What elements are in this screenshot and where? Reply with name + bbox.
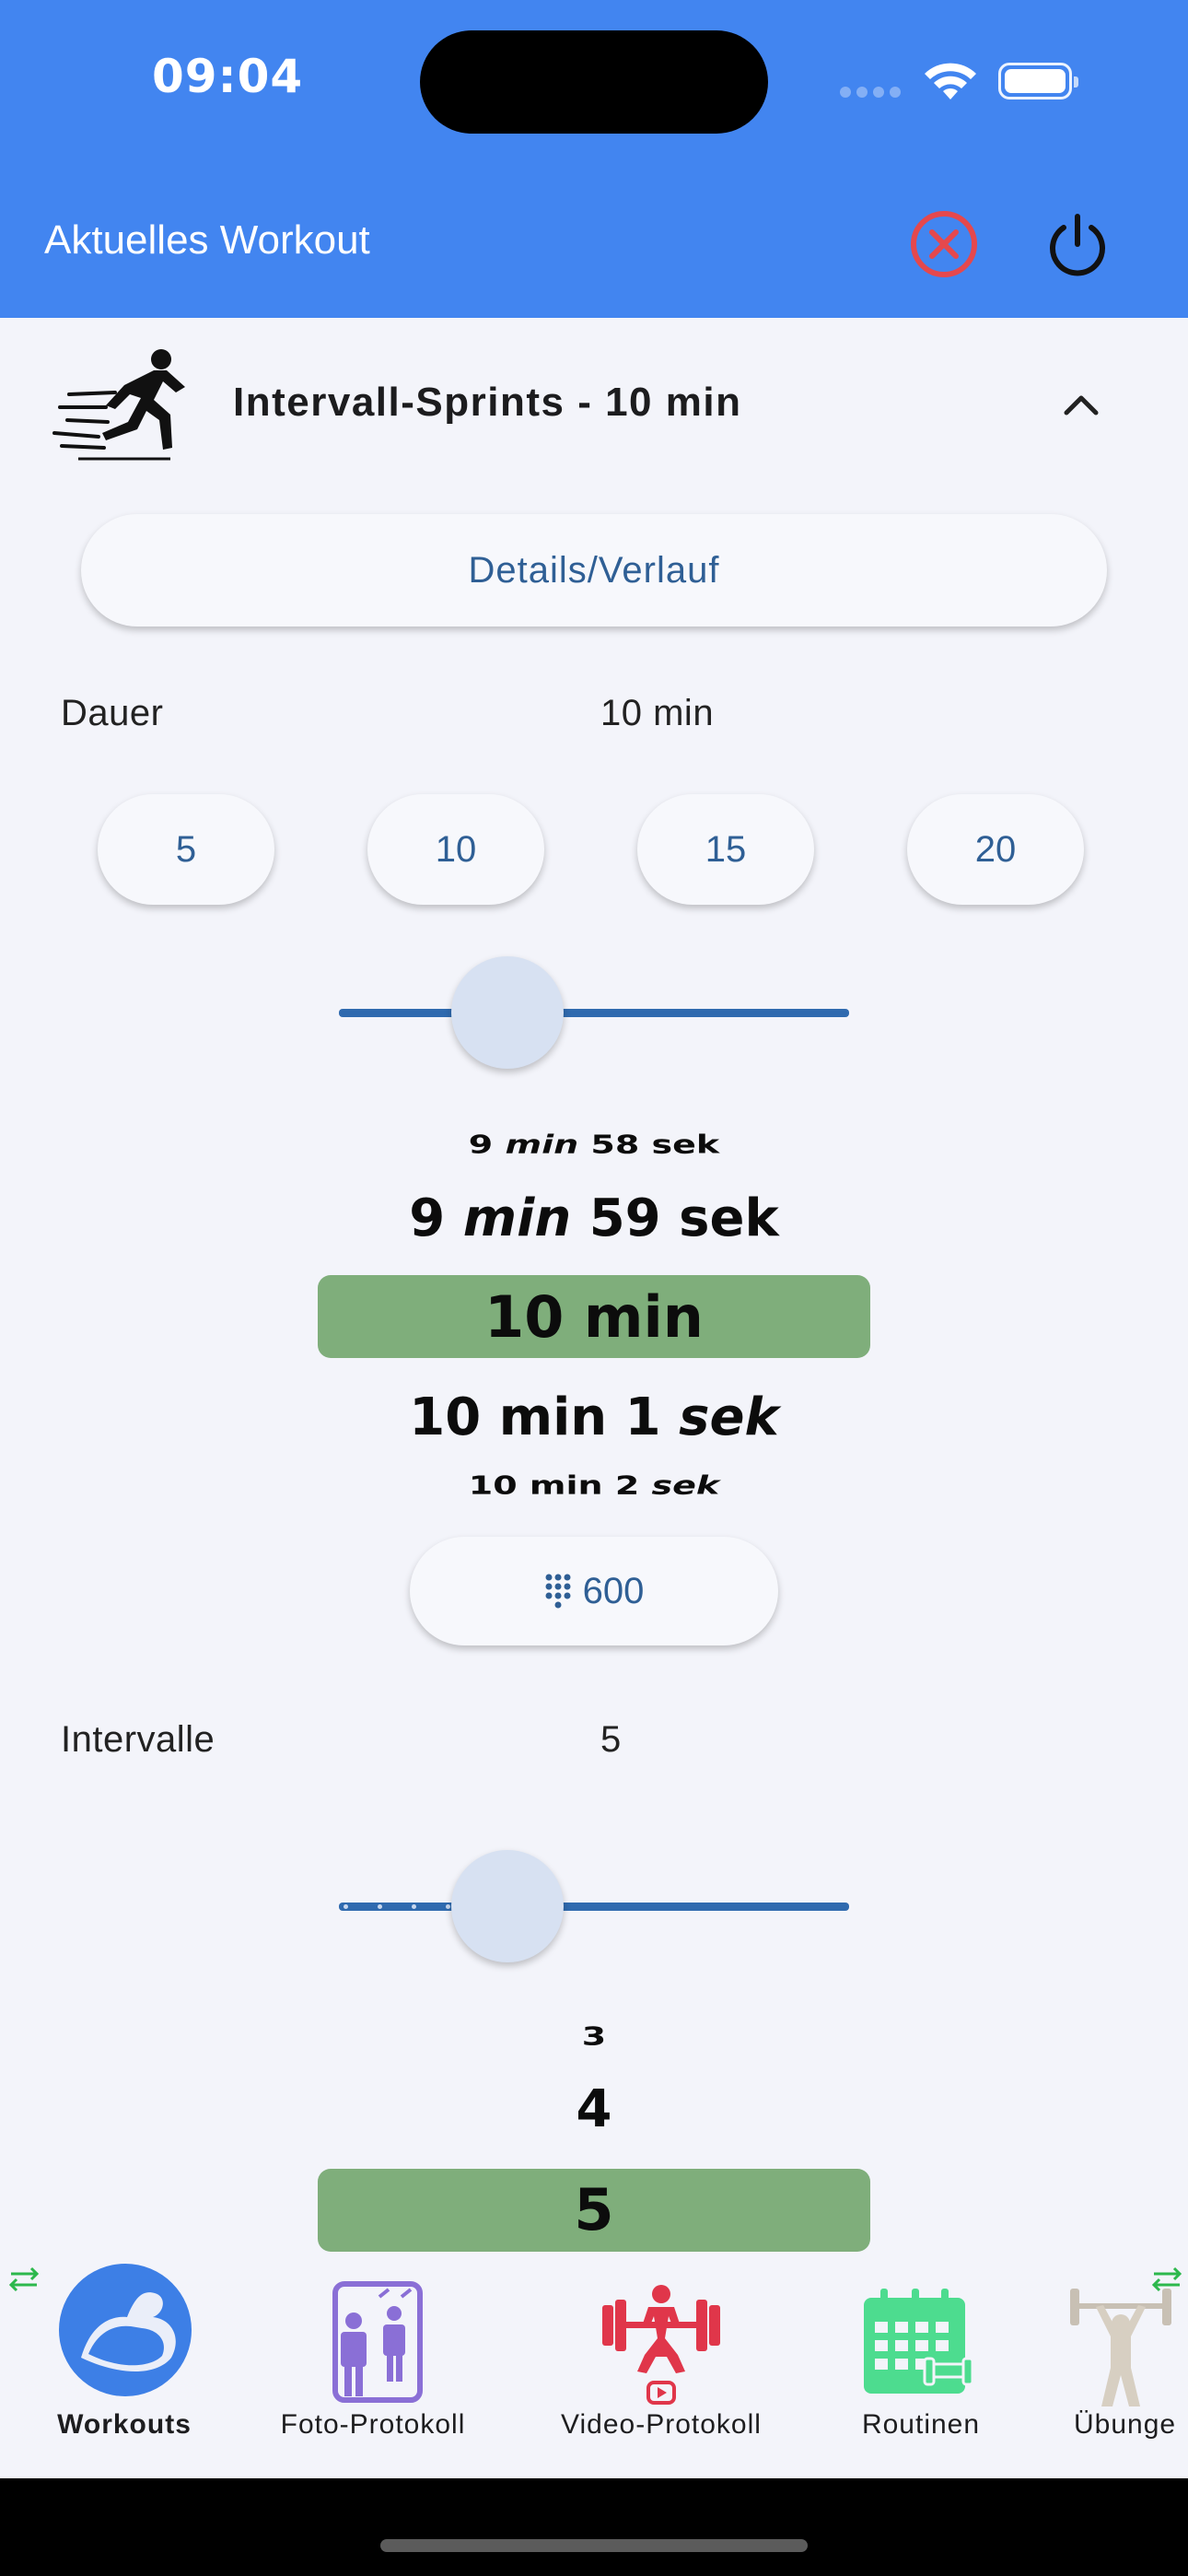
numpad-value: 600 [582,1570,645,1611]
slider-tick [446,1904,450,1909]
home-indicator[interactable] [380,2539,808,2552]
duration-slider-thumb[interactable] [450,956,564,1069]
duration-picker-item[interactable]: 10 min 1 sek [0,1388,1188,1447]
intervals-slider-thumb[interactable] [450,1850,564,1962]
intervals-picker-selected[interactable]: 5 [0,2176,1188,2243]
preset-10-button[interactable]: 10 [367,794,544,905]
tab-label: Routinen [861,2409,981,2440]
page-title: Aktuelles Workout [44,217,370,263]
cellular-signal-icon [840,87,901,98]
preset-15-button[interactable]: 15 [637,794,814,905]
wifi-icon [925,63,976,100]
duration-picker-item[interactable]: 9 min 59 sek [0,1188,1188,1248]
chevron-up-icon[interactable] [1057,385,1105,422]
duration-slider-track[interactable] [339,1009,849,1017]
status-time: 09:04 [152,50,304,103]
mirror-photo-icon [332,2281,423,2403]
workout-title: Intervall-Sprints - 10 min [233,380,742,425]
tab-label: Workouts [57,2409,192,2440]
biceps-icon [59,2264,192,2396]
duration-picker-selected[interactable]: 10 min [0,1283,1188,1351]
duration-value: 10 min [600,693,715,733]
intervals-picker-item[interactable]: 3 [0,2021,1188,2051]
intervals-picker-item[interactable]: 4 [0,2079,1188,2139]
tab-label: Übunge [1074,2409,1177,2440]
slider-tick [344,1904,348,1909]
duration-picker-item[interactable]: 9 min 58 sek [0,1130,1188,1159]
system-bottom-bar [0,2478,1188,2576]
battery-icon [998,63,1078,100]
power-icon[interactable] [1041,207,1114,281]
intervals-value: 5 [600,1719,622,1760]
dialpad-icon [545,1574,571,1609]
close-circle-icon[interactable] [907,207,981,281]
tab-label: Video-Protokoll [561,2409,762,2440]
tab-label: Foto-Protokoll [280,2409,466,2440]
weightlifter-video-icon [602,2285,720,2405]
slider-tick [378,1904,382,1909]
duration-picker-item[interactable]: 10 min 2 sek [0,1470,1188,1500]
slider-tick [412,1904,416,1909]
dynamic-island [420,30,768,134]
numpad-input-button[interactable]: 600 [410,1537,778,1645]
duration-label: Dauer [61,693,164,733]
details-history-button[interactable]: Details/Verlauf [81,514,1107,626]
intervals-label: Intervalle [61,1719,215,1760]
preset-20-button[interactable]: 20 [907,794,1084,905]
preset-5-button[interactable]: 5 [98,794,274,905]
calendar-icon [864,2289,974,2394]
barbell-person-icon [1070,2289,1171,2406]
sprinter-icon [52,349,185,461]
